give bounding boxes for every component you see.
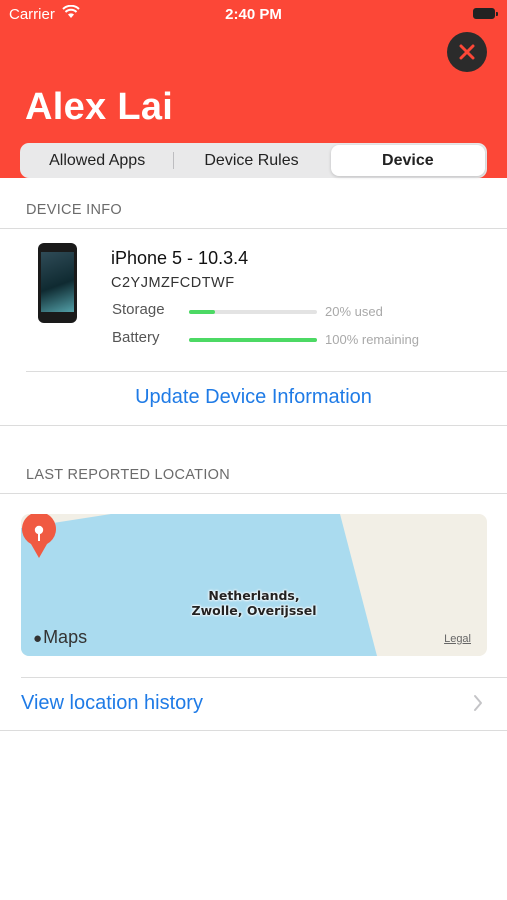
- tab-device[interactable]: Device: [330, 145, 485, 176]
- tab-allowed-apps[interactable]: Allowed Apps: [20, 143, 175, 178]
- location-map[interactable]: Netherlands, Zwolle, Overijssel ●Maps Le…: [21, 514, 487, 656]
- battery-value: 100% remaining: [325, 332, 419, 347]
- status-bar: Carrier 2:40 PM: [0, 0, 507, 30]
- section-title: LAST REPORTED LOCATION: [26, 467, 231, 483]
- device-info-header: DEVICE INFO: [0, 194, 507, 228]
- tab-device-rules[interactable]: Device Rules: [174, 143, 328, 178]
- storage-value: 20% used: [325, 304, 383, 319]
- close-icon: [459, 44, 475, 60]
- location-header: LAST REPORTED LOCATION: [0, 459, 507, 493]
- battery-label: Battery: [112, 329, 160, 346]
- legal-link[interactable]: Legal: [444, 633, 471, 645]
- storage-bar-fill: [189, 310, 215, 314]
- place-line-1: Netherlands,: [208, 588, 300, 603]
- maps-logo: ●Maps: [33, 627, 87, 648]
- divider: [0, 228, 507, 229]
- storage-bar: [189, 310, 317, 314]
- battery-icon: [473, 8, 498, 19]
- storage-label: Storage: [112, 301, 165, 318]
- tab-label: Device Rules: [204, 151, 299, 169]
- tab-label: Device: [382, 151, 434, 169]
- map-pin-icon: [22, 514, 56, 558]
- divider: [0, 493, 507, 494]
- battery-bar-fill: [189, 338, 317, 342]
- view-location-history-button[interactable]: View location history: [21, 692, 203, 715]
- apple-logo-icon: ●: [33, 630, 43, 647]
- profile-name: Alex Lai: [25, 86, 174, 128]
- device-serial: C2YJMZFCDTWF: [111, 275, 235, 291]
- close-button[interactable]: [447, 32, 487, 72]
- maps-brand: Maps: [43, 627, 88, 647]
- battery-bar: [189, 338, 317, 342]
- update-device-button[interactable]: Update Device Information: [0, 386, 507, 409]
- divider: [26, 371, 507, 372]
- place-line-2: Zwolle, Overijssel: [191, 603, 317, 618]
- status-time: 2:40 PM: [225, 6, 282, 23]
- map-place-label: Netherlands, Zwolle, Overijssel: [171, 588, 337, 618]
- section-title: DEVICE INFO: [26, 202, 122, 218]
- map-water: [21, 514, 377, 656]
- tab-label: Allowed Apps: [49, 151, 146, 169]
- chevron-right-icon: [474, 695, 482, 711]
- divider: [0, 730, 507, 731]
- segmented-control: Allowed Apps Device Rules Device: [20, 143, 487, 178]
- divider: [0, 425, 507, 426]
- divider: [21, 677, 507, 678]
- device-image: [38, 243, 77, 323]
- device-model: iPhone 5 - 10.3.4: [111, 248, 249, 268]
